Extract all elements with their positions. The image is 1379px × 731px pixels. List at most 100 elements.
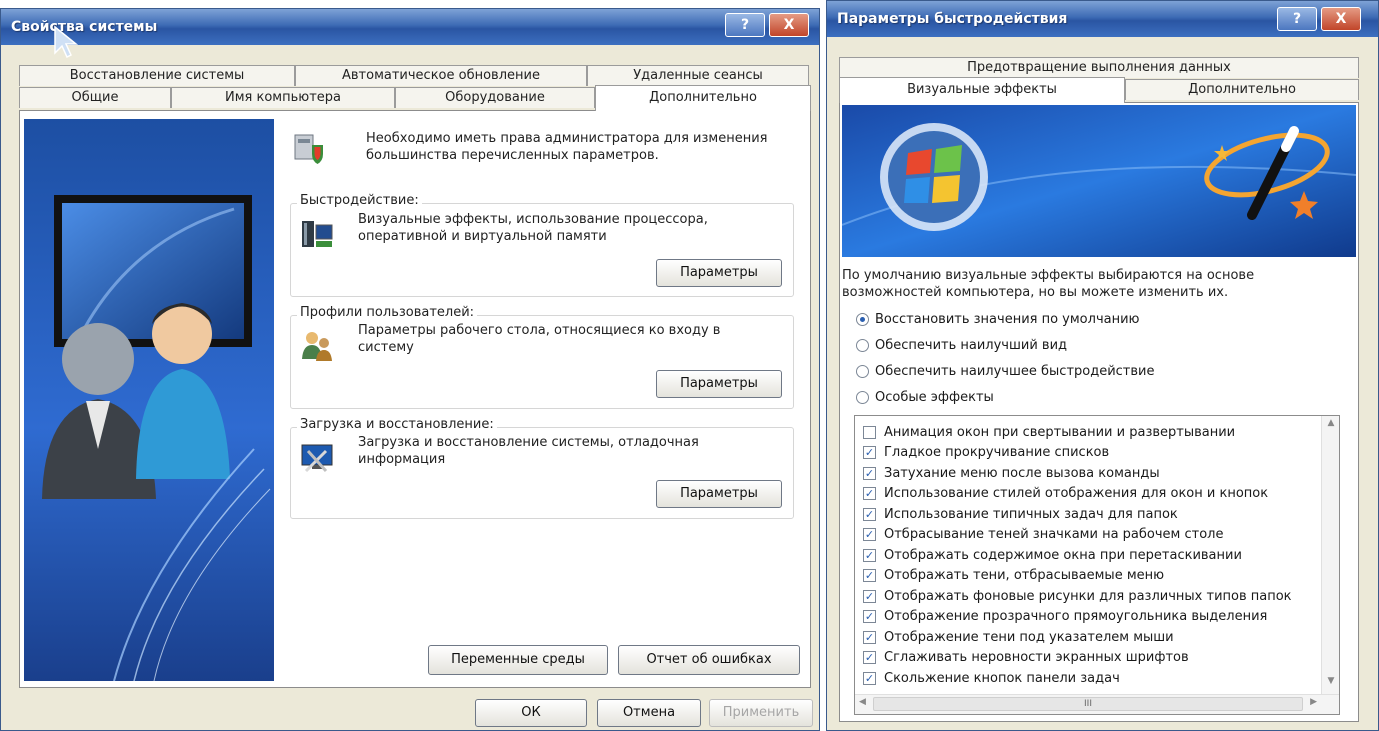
- effect-label: Анимация окон при свертывании и разверты…: [884, 424, 1236, 440]
- effect-checkbox-row[interactable]: ✓ Отображение тени под указателем мыши: [863, 627, 1174, 647]
- advanced-tab-pane: Необходимо иметь права администратора дл…: [19, 110, 811, 688]
- scroll-down-arrow-icon[interactable]: ▼: [1322, 676, 1339, 692]
- effect-label: Сглаживать неровности экранных шрифтов: [884, 650, 1189, 665]
- startup-recovery-tools-icon: [301, 444, 333, 473]
- checked-checkbox[interactable]: ✓: [863, 671, 876, 685]
- scroll-left-arrow-icon[interactable]: ◀: [859, 697, 866, 707]
- ok-button[interactable]: ОК: [475, 699, 587, 727]
- startup-recovery-settings-button[interactable]: Параметры: [656, 480, 782, 508]
- effect-checkbox-row[interactable]: ✓ Использование стилей отображения для ок…: [863, 484, 1268, 504]
- radio-best-performance[interactable]: Обеспечить наилучшее быстродействие: [856, 361, 1154, 381]
- user-profiles-icon: [302, 332, 332, 361]
- effect-label: Использование типичных задач для папок: [884, 506, 1178, 522]
- checked-checkbox[interactable]: ✓: [863, 507, 876, 521]
- tab-visual-effects[interactable]: Визуальные эффекты: [839, 77, 1125, 103]
- checked-checkbox[interactable]: ✓: [863, 528, 876, 541]
- effects-list[interactable]: Анимация окон при свертывании и разверты…: [854, 415, 1340, 715]
- startup-recovery-label: Загрузка и восстановление:: [297, 417, 497, 432]
- checked-checkbox[interactable]: ✓: [863, 569, 876, 582]
- window-title: Свойства системы: [11, 19, 158, 35]
- environment-variables-button[interactable]: Переменные среды: [428, 645, 608, 675]
- close-button[interactable]: X: [1321, 7, 1361, 31]
- effect-label: Гладкое прокручивание списков: [884, 445, 1110, 460]
- radio-indicator[interactable]: [856, 364, 869, 378]
- radio-custom[interactable]: Особые эффекты: [856, 387, 994, 407]
- effect-checkbox-row[interactable]: ✓ Отображать фоновые рисунки для различны…: [863, 586, 1292, 606]
- effect-label: Отбрасывание теней значками на рабочем с…: [884, 527, 1224, 542]
- help-button[interactable]: ?: [1277, 7, 1317, 31]
- scroll-thumb[interactable]: III: [873, 697, 1303, 711]
- tab-computer-name[interactable]: Имя компьютера: [171, 87, 395, 108]
- effect-checkbox-row[interactable]: Анимация окон при свертывании и разверты…: [863, 422, 1235, 442]
- effect-checkbox-row[interactable]: ✓ Затухание меню после вызова команды: [863, 463, 1160, 483]
- effect-label: Использование стилей отображения для око…: [884, 486, 1269, 501]
- visual-effects-intro: По умолчанию визуальные эффекты выбирают…: [842, 268, 1255, 300]
- performance-options-window: Параметры быстродействия ? X Предотвраще…: [826, 0, 1379, 731]
- checked-checkbox[interactable]: ✓: [863, 651, 876, 664]
- unchecked-checkbox[interactable]: [863, 425, 876, 439]
- system-properties-window: Свойства системы ? X Восстановление сист…: [0, 8, 820, 731]
- tab-general[interactable]: Общие: [19, 87, 171, 108]
- effect-checkbox-row[interactable]: ✓ Сглаживать неровности экранных шрифтов: [863, 648, 1189, 668]
- effect-label: Отображать фоновые рисунки для различных…: [884, 588, 1292, 604]
- checked-checkbox[interactable]: ✓: [863, 487, 876, 500]
- user-profiles-description: Параметры рабочего стола, относящиеся ко…: [358, 323, 721, 355]
- checked-checkbox[interactable]: ✓: [863, 630, 876, 644]
- admin-rights-note: Необходимо иметь права администратора дл…: [366, 131, 768, 163]
- radio-indicator[interactable]: [856, 338, 869, 352]
- users-banner-image: [24, 119, 274, 681]
- visual-effects-pane: По умолчанию визуальные эффекты выбирают…: [839, 102, 1359, 722]
- radio-label: Восстановить значения по умолчанию: [875, 311, 1140, 327]
- admin-computer-shield-icon: [294, 134, 323, 164]
- tab-data-execution-prevention[interactable]: Предотвращение выполнения данных: [839, 57, 1359, 78]
- tab-advanced[interactable]: Дополнительно: [595, 85, 811, 111]
- effect-checkbox-row[interactable]: ✓ Отображение прозрачного прямоугольника …: [863, 607, 1267, 627]
- effect-label: Скольжение кнопок панели задач: [884, 670, 1120, 686]
- radio-best-appearance[interactable]: Обеспечить наилучший вид: [856, 335, 1067, 355]
- tab-system-restore[interactable]: Восстановление системы: [19, 65, 295, 86]
- effect-label: Отображение тени под указателем мыши: [884, 629, 1174, 645]
- scroll-right-arrow-icon[interactable]: ▶: [1310, 697, 1317, 707]
- mouse-cursor-icon: [54, 25, 79, 59]
- cancel-button[interactable]: Отмена: [597, 699, 701, 727]
- tab-advanced[interactable]: Дополнительно: [1125, 79, 1359, 100]
- radio-restore-defaults[interactable]: Восстановить значения по умолчанию: [856, 309, 1139, 329]
- radio-indicator[interactable]: [856, 312, 869, 326]
- performance-description: Визуальные эффекты, использование процес…: [358, 212, 708, 244]
- effect-checkbox-row[interactable]: ✓ Скольжение кнопок панели задач: [863, 668, 1120, 688]
- tab-remote-sessions[interactable]: Удаленные сеансы: [587, 65, 809, 86]
- error-reporting-button[interactable]: Отчет об ошибках: [618, 645, 800, 675]
- effect-checkbox-row[interactable]: ✓ Отбрасывание теней значками на рабочем …: [863, 525, 1223, 545]
- user-profiles-settings-button[interactable]: Параметры: [656, 370, 782, 398]
- horizontal-scrollbar[interactable]: ◀ III ▶: [855, 694, 1339, 714]
- effect-label: Затухание меню после вызова команды: [884, 465, 1160, 481]
- close-button[interactable]: X: [769, 13, 809, 37]
- effect-label: Отображать тени, отбрасываемые меню: [884, 568, 1165, 583]
- memory-chip-icon: [302, 221, 333, 247]
- performance-label: Быстродействие:: [297, 193, 422, 208]
- help-button[interactable]: ?: [725, 13, 765, 37]
- performance-settings-button[interactable]: Параметры: [656, 259, 782, 287]
- effect-label: Отображать содержимое окна при перетаски…: [884, 547, 1242, 563]
- checked-checkbox[interactable]: ✓: [863, 466, 876, 480]
- checked-checkbox[interactable]: ✓: [863, 548, 876, 562]
- scroll-up-arrow-icon[interactable]: ▲: [1322, 418, 1339, 434]
- user-profiles-label: Профили пользователей:: [297, 305, 478, 320]
- effect-checkbox-row[interactable]: ✓ Отображать тени, отбрасываемые меню: [863, 566, 1164, 586]
- effect-checkbox-row[interactable]: ✓ Использование типичных задач для папок: [863, 504, 1178, 524]
- effect-checkbox-row[interactable]: ✓ Отображать содержимое окна при перетаск…: [863, 545, 1242, 565]
- radio-label: Обеспечить наилучший вид: [875, 337, 1068, 353]
- tab-hardware[interactable]: Оборудование: [395, 87, 595, 108]
- checked-checkbox[interactable]: ✓: [863, 610, 876, 623]
- vertical-scrollbar[interactable]: ▲ ▼: [1321, 416, 1339, 694]
- tab-automatic-updates[interactable]: Автоматическое обновление: [295, 65, 587, 86]
- system-properties-titlebar[interactable]: Свойства системы: [1, 9, 819, 45]
- apply-button[interactable]: Применить: [709, 699, 813, 727]
- startup-recovery-description: Загрузка и восстановление системы, отлад…: [358, 435, 699, 467]
- radio-label: Особые эффекты: [875, 389, 994, 405]
- radio-indicator[interactable]: [856, 390, 869, 404]
- effect-checkbox-row[interactable]: ✓ Гладкое прокручивание списков: [863, 443, 1109, 463]
- radio-label: Обеспечить наилучшее быстродействие: [875, 363, 1155, 379]
- checked-checkbox[interactable]: ✓: [863, 446, 876, 459]
- checked-checkbox[interactable]: ✓: [863, 589, 876, 603]
